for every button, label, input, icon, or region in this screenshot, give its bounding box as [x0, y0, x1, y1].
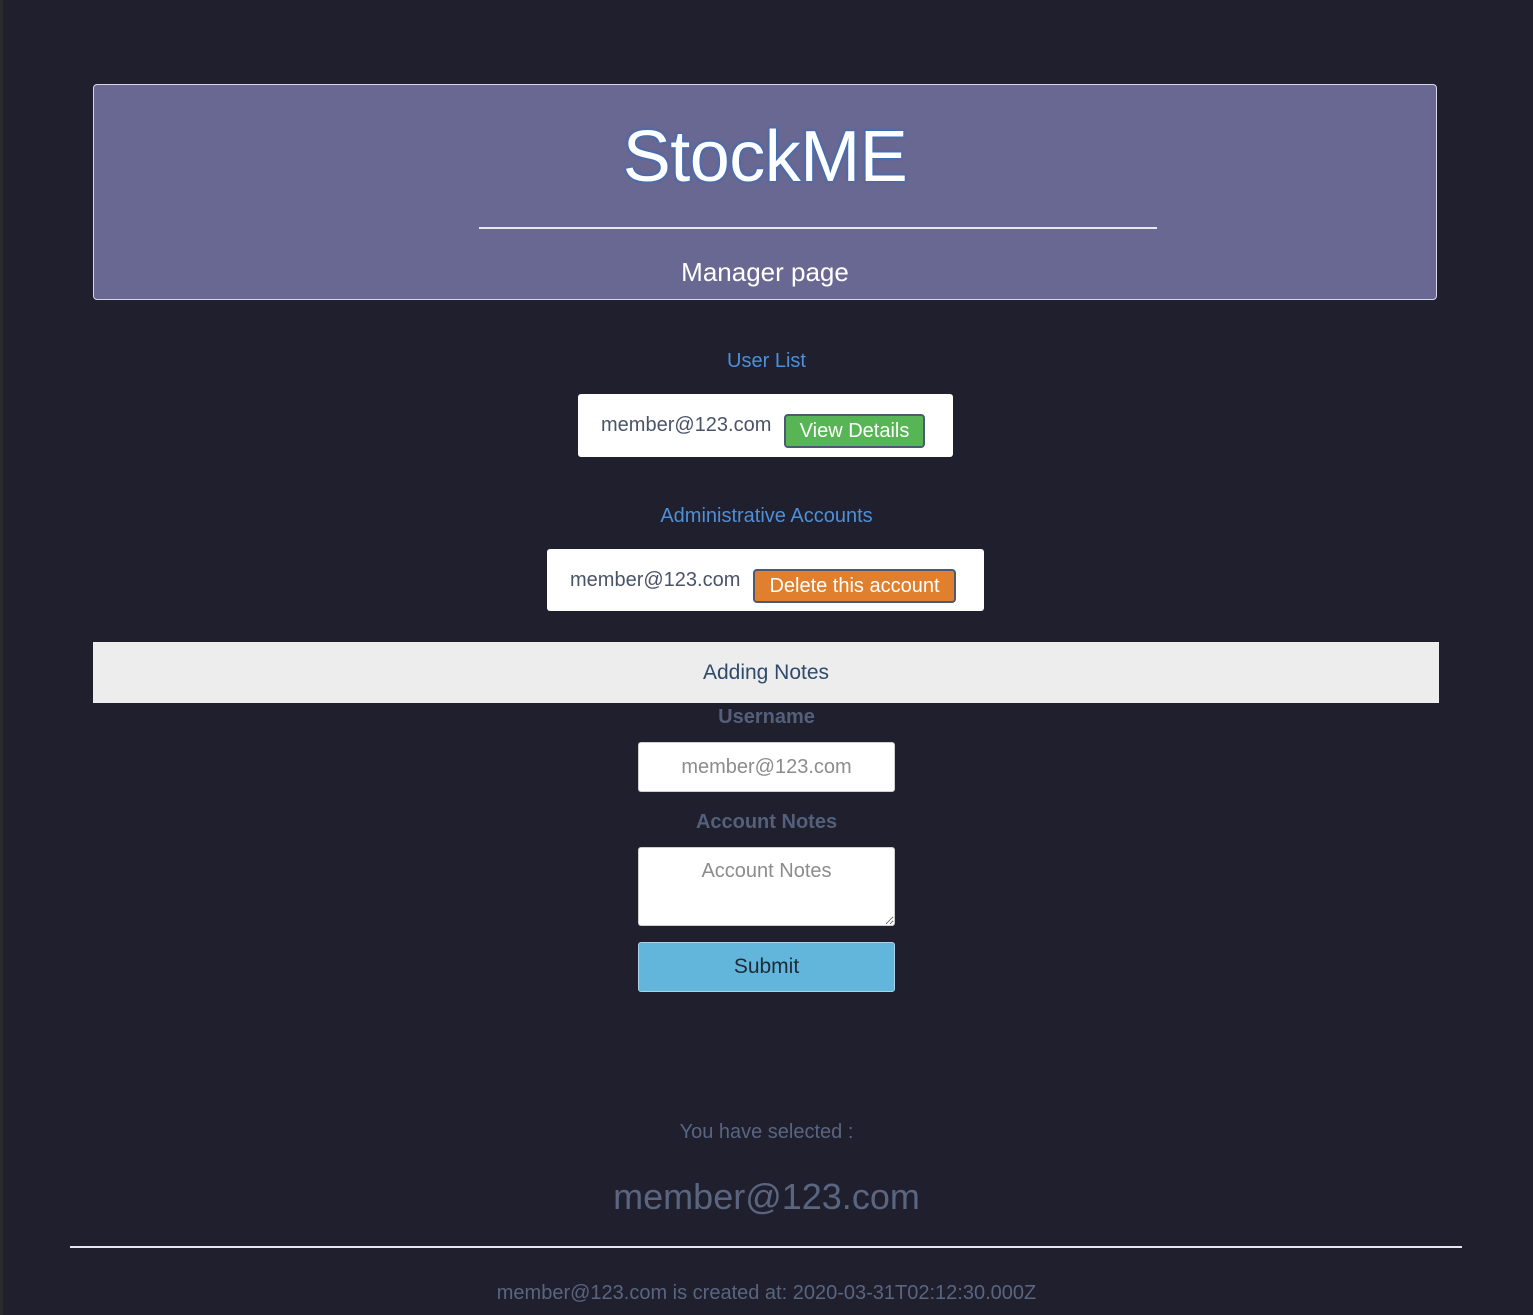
- user-list-item: member@123.com View Details: [578, 394, 953, 457]
- account-notes-label: Account Notes: [695, 811, 838, 833]
- admin-account-item: member@123.com Delete this account: [547, 549, 984, 611]
- user-email: member@123.com: [601, 414, 772, 436]
- window-edge: [0, 0, 3, 1315]
- created-at-text: member@123.com is created at: 2020-03-31…: [496, 1282, 1037, 1304]
- header-divider: [479, 227, 1157, 229]
- submit-button[interactable]: Submit: [638, 942, 895, 992]
- app-title: StockME: [622, 117, 908, 197]
- selected-label: You have selected :: [679, 1121, 854, 1143]
- delete-account-button[interactable]: Delete this account: [753, 569, 956, 603]
- admin-accounts-label: Administrative Accounts: [660, 505, 873, 527]
- page-subtitle: Manager page: [681, 257, 849, 287]
- user-list-label: User List: [727, 350, 806, 372]
- view-details-button[interactable]: View Details: [784, 414, 925, 448]
- selected-value: member@123.com: [613, 1176, 920, 1217]
- admin-email: member@123.com: [570, 569, 741, 591]
- account-notes-textarea[interactable]: [638, 847, 895, 926]
- footer-divider: [70, 1246, 1462, 1248]
- username-label: Username: [718, 706, 815, 728]
- username-input[interactable]: [638, 742, 895, 792]
- page-header: StockME Manager page: [93, 84, 1437, 300]
- adding-notes-header: Adding Notes: [93, 642, 1439, 703]
